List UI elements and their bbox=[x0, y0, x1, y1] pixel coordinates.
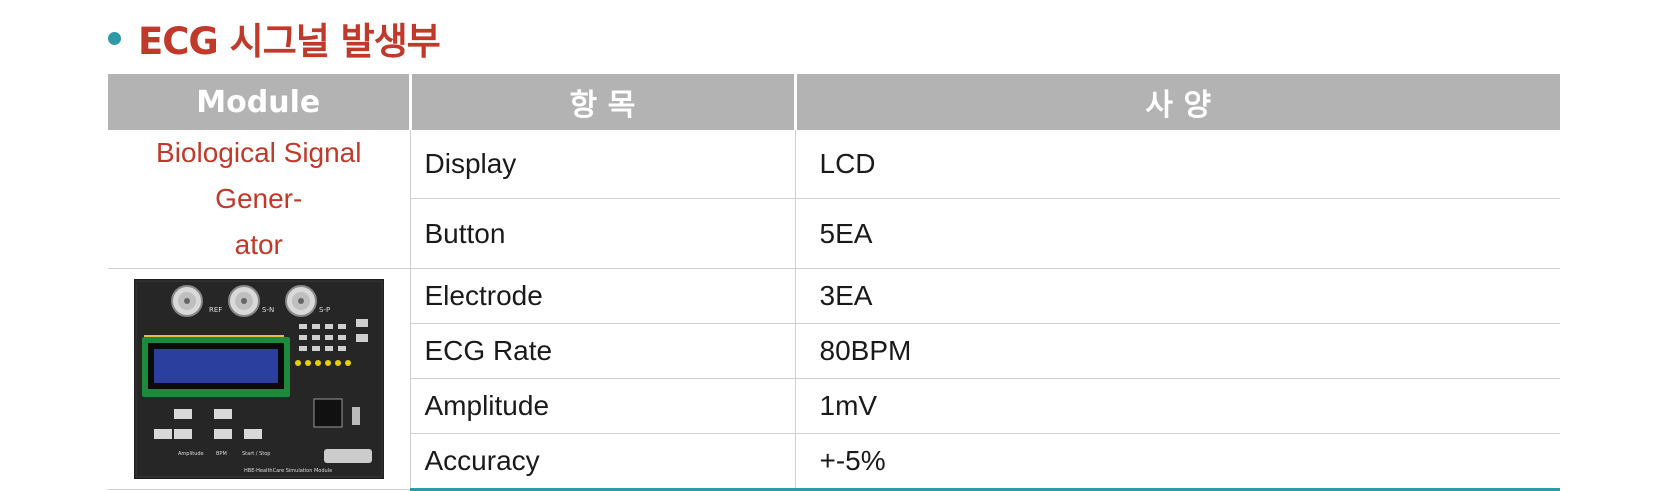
db-connector bbox=[323, 449, 372, 463]
module-image-cell: REF S-N S-P Amplitude BPM Start / Stop H… bbox=[108, 268, 411, 490]
item-cell: Accuracy bbox=[410, 433, 796, 491]
section-title: ECG 시그널 발생부 bbox=[138, 20, 441, 63]
section-heading: ECG 시그널 발생부 bbox=[108, 10, 441, 66]
connector-sp bbox=[284, 285, 317, 317]
item-cell: ECG Rate bbox=[410, 323, 796, 379]
item-cell: Button bbox=[410, 198, 796, 269]
spec-cell: 5EA bbox=[795, 198, 1560, 269]
spec-cell: LCD bbox=[795, 130, 1560, 200]
board-footer: HBE-HealthCare Simulation Module bbox=[244, 468, 332, 474]
connector-label: S-P bbox=[319, 306, 330, 314]
spec-cell: 3EA bbox=[795, 268, 1560, 324]
button-label: BPM bbox=[216, 451, 227, 457]
bullet-icon bbox=[108, 31, 121, 45]
crystal bbox=[351, 407, 360, 425]
table-row: REF S-N S-P Amplitude BPM Start / Stop H… bbox=[108, 268, 1560, 490]
header-item: 항 목 bbox=[410, 74, 797, 130]
microcontroller-chip bbox=[313, 398, 343, 428]
button-label: Start / Stop bbox=[242, 451, 270, 457]
connector-label: REF bbox=[209, 306, 222, 314]
module-name-cell: Biological Signal Gener- ator bbox=[108, 130, 411, 269]
spec-cell: 1mV bbox=[795, 378, 1560, 434]
connector-ref bbox=[170, 285, 203, 317]
button-label: Amplitude bbox=[178, 451, 204, 457]
spec-cell: 80BPM bbox=[795, 323, 1560, 379]
module-name: Biological Signal Gener- ator bbox=[156, 137, 362, 260]
header-spec: 사 양 bbox=[795, 74, 1560, 130]
connector-label: S-N bbox=[262, 306, 274, 314]
board-image: REF S-N S-P Amplitude BPM Start / Stop H… bbox=[133, 279, 384, 479]
lcd-display bbox=[141, 337, 290, 397]
header-module: Module bbox=[108, 74, 412, 130]
item-cell: Display bbox=[410, 130, 796, 200]
item-cell: Amplitude bbox=[410, 378, 796, 434]
item-cell: Electrode bbox=[410, 268, 796, 324]
header-row: Module 항 목 사 양 bbox=[108, 74, 1560, 130]
connector-sn bbox=[227, 285, 260, 317]
table-row: Biological Signal Gener- ator Display LC… bbox=[108, 130, 1560, 269]
spec-cell: +-5% bbox=[795, 433, 1560, 491]
spec-table: Module 항 목 사 양 Biological Signal Gener- … bbox=[108, 74, 1560, 491]
